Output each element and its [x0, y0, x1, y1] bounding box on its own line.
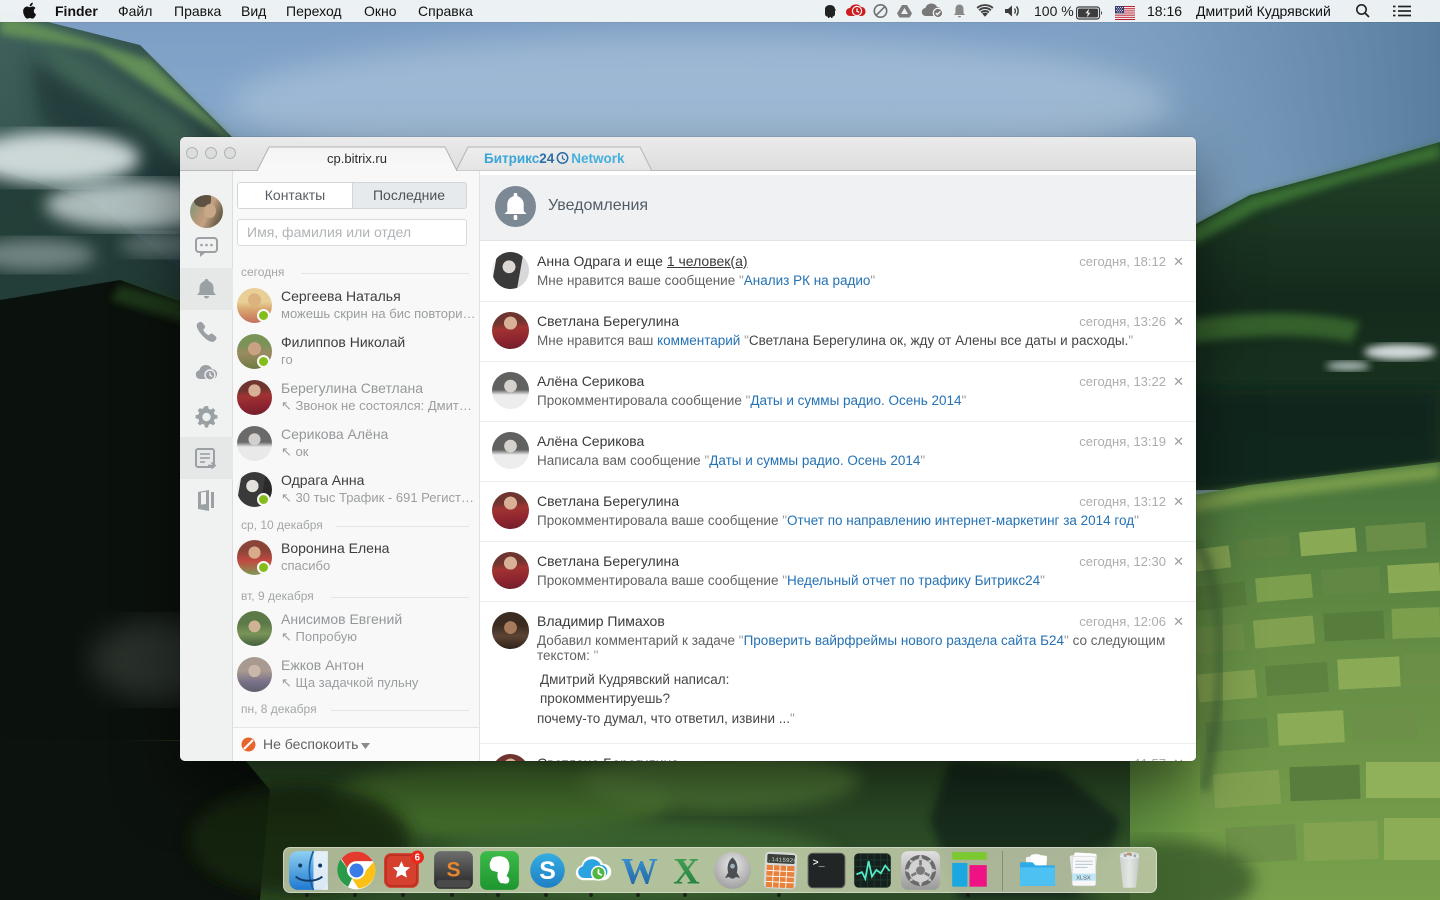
svg-text:6: 6	[415, 853, 421, 864]
svg-text:X: X	[673, 850, 700, 891]
svg-text:W: W	[621, 850, 658, 891]
svg-text:cp.bitrix.ru: cp.bitrix.ru	[327, 151, 387, 166]
svg-text:S: S	[539, 858, 556, 885]
svg-text:S: S	[446, 859, 460, 882]
svg-text:>_: >_	[813, 858, 825, 869]
svg-text:XLSX: XLSX	[1076, 876, 1091, 882]
